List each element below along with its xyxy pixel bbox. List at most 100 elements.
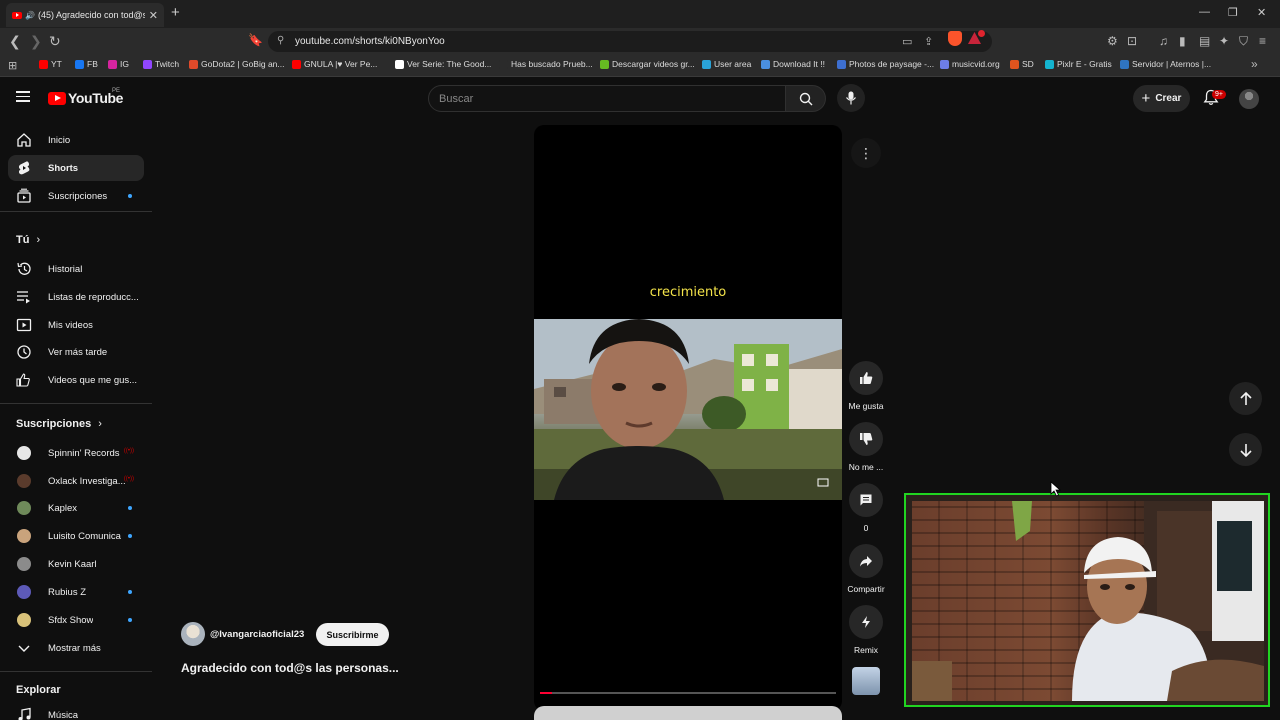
sidebar-section-explore[interactable]: Explorar — [16, 684, 61, 696]
remix-button[interactable]: Remix — [845, 605, 887, 655]
cast-icon[interactable]: ▭ — [902, 35, 912, 48]
channel-avatar[interactable] — [181, 622, 205, 646]
channel-handle[interactable]: @Ivangarciaoficial23 — [210, 629, 304, 640]
youtube-masthead: YouTube PE + Crear — [0, 78, 1280, 120]
search-button[interactable] — [786, 85, 826, 112]
sidebar-section-you[interactable]: Tú › — [16, 234, 40, 246]
close-window-button[interactable]: ✕ — [1257, 6, 1266, 19]
share-button[interactable]: Compartir — [845, 544, 887, 594]
channel-avatar — [16, 473, 32, 489]
bookmark-item[interactable]: musicvid.org — [940, 59, 1000, 69]
bookmark-item[interactable]: Download It !! — [761, 59, 825, 69]
sidebar-subscription-item[interactable]: Spinnin' Records ((•)) — [8, 440, 144, 466]
bookmark-item[interactable]: Ver Serie: The Good... — [395, 59, 491, 69]
extension-screenshot-icon[interactable]: ⊡ — [1127, 34, 1137, 48]
bookmark-item[interactable]: User area — [702, 59, 751, 69]
sidebar-item-shorts[interactable]: Shorts — [8, 155, 144, 181]
new-content-dot — [128, 506, 132, 510]
bookmark-item[interactable]: Pixlr E - Gratis — [1045, 59, 1112, 69]
minimize-window-button[interactable]: — — [1199, 6, 1210, 18]
mouse-cursor-icon — [1050, 481, 1062, 497]
sidebar-item-history[interactable]: Historial — [8, 256, 144, 282]
remix-label: Remix — [853, 645, 879, 655]
sidebar-subscription-item[interactable]: Luisito Comunica — [8, 523, 144, 549]
close-tab-icon[interactable]: ✕ — [149, 9, 158, 22]
bookmark-label: Servidor | Aternos |... — [1132, 59, 1212, 69]
sidebar-item-liked-videos[interactable]: Videos que me gus... — [8, 367, 144, 393]
thumbs-up-icon — [860, 372, 873, 384]
account-avatar[interactable] — [1239, 89, 1259, 109]
brave-shields-icon[interactable] — [948, 31, 962, 46]
sidebar-item-home[interactable]: Inicio — [8, 127, 144, 153]
bookmark-item[interactable]: Photos de paysage -... — [837, 59, 934, 69]
create-button[interactable]: + Crear — [1133, 85, 1190, 112]
sidebar-subscription-item[interactable]: Rubius Z — [8, 579, 144, 605]
site-info-icon[interactable]: ⚲ — [277, 35, 284, 46]
show-more-label: Mostrar más — [48, 642, 101, 654]
sidebar-item-music[interactable]: Música — [8, 702, 144, 720]
comments-count: 0 — [863, 523, 869, 533]
address-bar[interactable]: ⚲ youtube.com/shorts/ki0NByonYoo ▭ ⇪ — [268, 31, 992, 52]
sidebar-subscription-item[interactable]: Sfdx Show — [8, 607, 144, 633]
reload-button[interactable]: ↻ — [49, 33, 61, 50]
short-more-options-icon[interactable]: ⋮ — [851, 138, 881, 168]
hamburger-menu-icon[interactable] — [16, 91, 30, 102]
leo-ai-icon[interactable]: ✦ — [1219, 34, 1229, 48]
playback-progress-bar[interactable] — [540, 692, 836, 694]
youtube-favicon-icon — [12, 11, 22, 19]
sidebar-subscription-item[interactable]: Kaplex — [8, 495, 144, 521]
media-controls-icon[interactable]: ♫ — [1159, 34, 1168, 48]
bookmark-item[interactable]: YT — [39, 59, 62, 69]
next-short-button[interactable] — [1229, 433, 1262, 466]
share-page-icon[interactable]: ⇪ — [924, 35, 933, 48]
like-button[interactable]: Me gusta — [845, 361, 887, 411]
sidebar-toggle-icon[interactable]: ▮ — [1179, 34, 1186, 48]
browser-menu-icon[interactable]: ≡ — [1259, 34, 1266, 48]
search-input[interactable] — [429, 86, 785, 111]
sidebar-subscription-item[interactable]: Kevin Kaarl — [8, 551, 144, 577]
bookmark-item[interactable]: Descargar videos gr... — [600, 59, 695, 69]
apps-grid-icon[interactable]: ⊞ — [8, 59, 17, 72]
sidebar-section-subscriptions[interactable]: Suscripciones › — [16, 418, 102, 430]
forward-button[interactable]: ❯ — [30, 33, 42, 50]
more-bookmarks-icon[interactable]: » — [1251, 57, 1258, 71]
sound-channel-thumbnail[interactable] — [852, 667, 880, 695]
speaker-icon[interactable]: 🔊 — [25, 11, 35, 20]
bookmark-star-icon[interactable]: 🔖 — [248, 33, 263, 47]
region-code: PE — [112, 88, 121, 94]
bookmark-item[interactable]: Servidor | Aternos |... — [1120, 59, 1211, 69]
wallet-icon[interactable]: ▤ — [1199, 34, 1210, 48]
subscribe-button[interactable]: Suscribirme — [316, 623, 389, 646]
subscriptions-icon — [16, 188, 32, 204]
sidebar-item-your-videos[interactable]: Mis videos — [8, 312, 144, 338]
vpn-shield-icon[interactable]: ⛉ — [1239, 34, 1248, 49]
new-tab-button[interactable]: + — [171, 4, 180, 21]
maximize-window-button[interactable]: ❐ — [1228, 6, 1238, 19]
sidebar-item-watch-later[interactable]: Ver más tarde — [8, 339, 144, 365]
show-more-button[interactable]: Mostrar más — [8, 635, 144, 661]
bookmark-item[interactable]: GoDota2 | GoBig an... — [189, 59, 284, 69]
bookmark-item[interactable]: GNULA |♥ Ver Pe... — [292, 59, 377, 69]
previous-short-button[interactable] — [1229, 382, 1262, 415]
comments-button[interactable]: 0 — [845, 483, 887, 533]
short-video-player[interactable]: crecimiento — [534, 125, 842, 711]
short-title[interactable]: Agradecido con tod@s las personas... — [181, 661, 399, 675]
like-label: Me gusta — [848, 401, 884, 411]
bookmark-item[interactable]: Has buscado Prueb... — [499, 59, 593, 69]
youtube-logo-icon[interactable] — [48, 92, 66, 105]
browser-tab-active[interactable]: 🔊 (45) Agradecido con tod@s la ✕ — [6, 3, 164, 27]
bookmark-item[interactable]: Twitch — [143, 59, 179, 69]
bookmark-item[interactable]: FB — [75, 59, 98, 69]
bookmark-item[interactable]: IG — [108, 59, 129, 69]
sidebar-item-subscriptions[interactable]: Suscripciones — [8, 183, 144, 209]
extensions-puzzle-icon[interactable]: ⚙ — [1107, 34, 1118, 48]
bookmark-item[interactable]: SD — [1010, 59, 1034, 69]
voice-search-button[interactable] — [837, 84, 865, 112]
next-short-preview[interactable] — [534, 706, 842, 720]
back-button[interactable]: ❮ — [9, 33, 21, 50]
sidebar-item-playlists[interactable]: Listas de reproducc... — [8, 284, 144, 310]
sidebar-subscription-item[interactable]: Oxlack Investiga... ((•)) — [8, 468, 144, 494]
thumbs-down-icon — [860, 433, 873, 445]
bookmark-favicon-icon — [600, 59, 609, 69]
dislike-button[interactable]: No me ... — [845, 422, 887, 472]
